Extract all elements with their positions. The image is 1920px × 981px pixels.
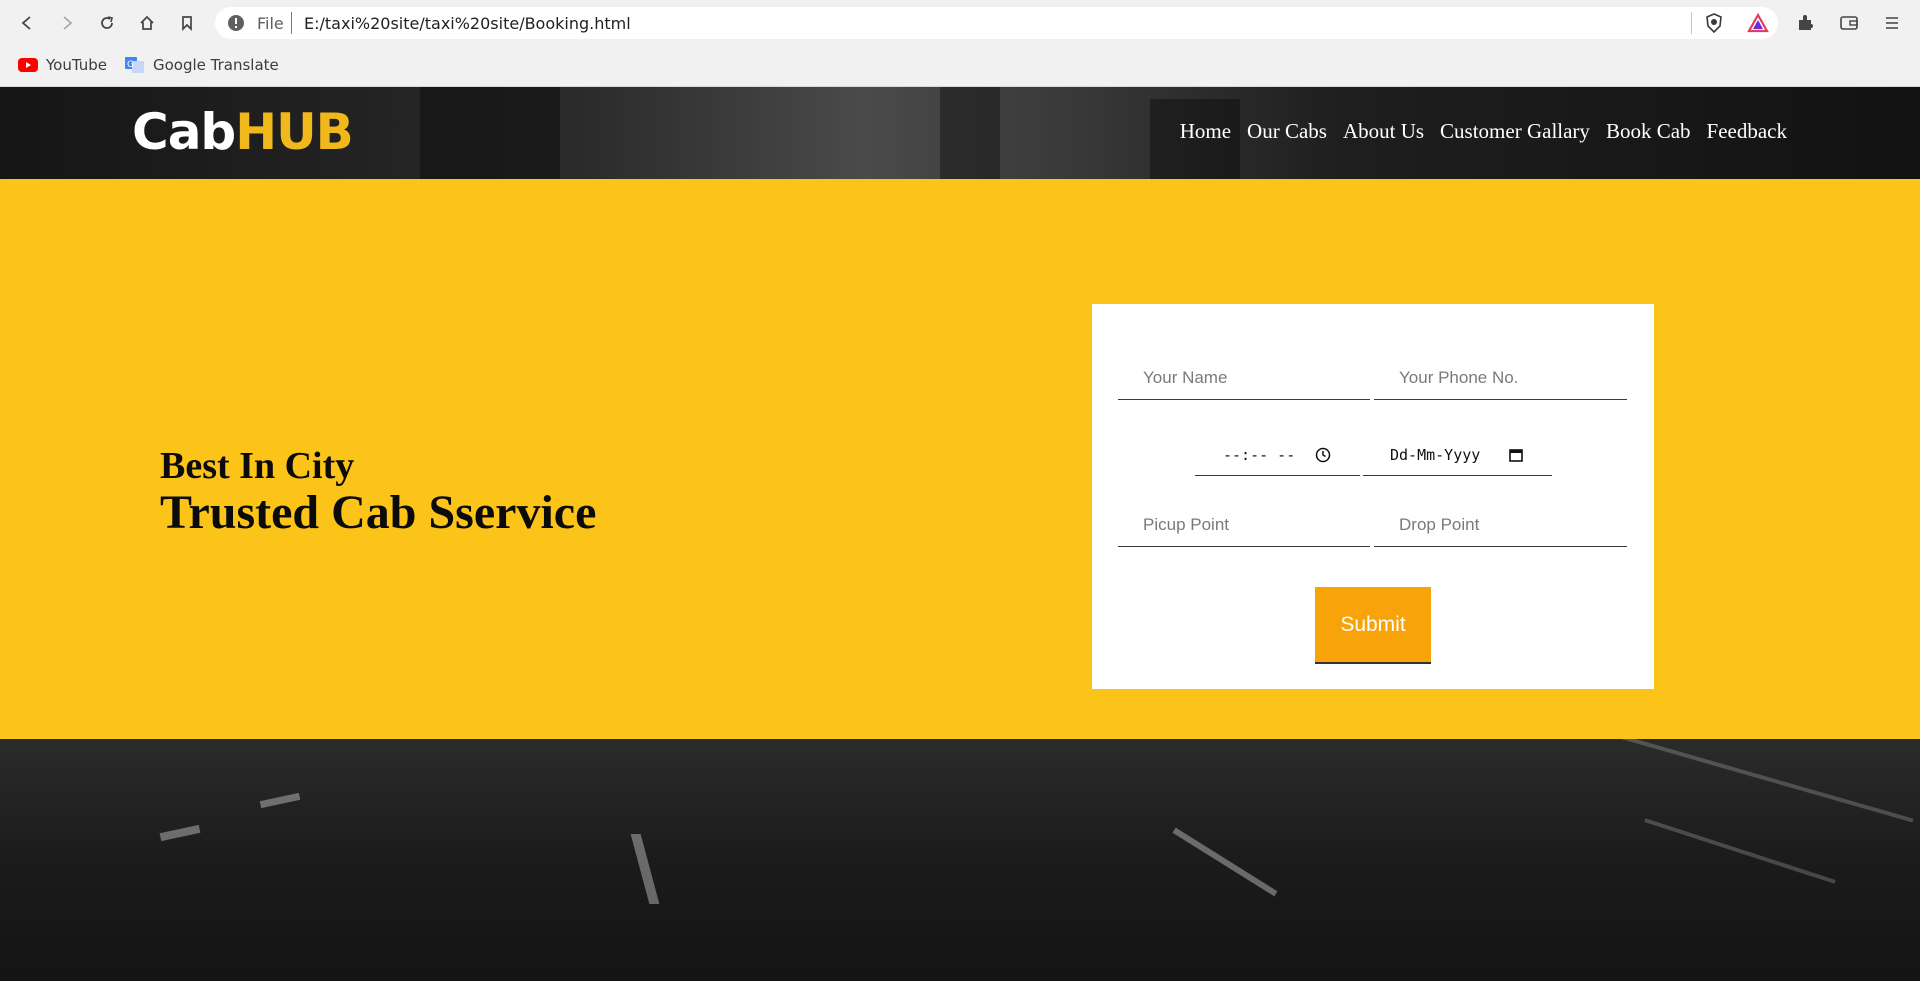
booking-form: Your Name Your Phone No. --:-- -- Dd-Mm-… [1092,304,1654,689]
nav-book-cab[interactable]: Book Cab [1606,119,1691,144]
svg-text:G: G [127,60,134,70]
site-header: CabHUB Home Our Cabs About Us Customer G… [0,87,1920,179]
road-marking [630,834,660,904]
name-field[interactable]: Your Name [1118,366,1370,400]
pickup-placeholder: Picup Point [1143,515,1229,534]
header-background [940,87,1000,179]
date-value: Dd-Mm-Yyyy [1390,446,1481,464]
phone-field[interactable]: Your Phone No. [1374,366,1627,400]
road-marking [1644,818,1836,884]
extensions-icon[interactable] [1795,12,1817,34]
home-icon[interactable] [134,10,160,36]
bookmark-google-translate[interactable]: G Google Translate [125,56,279,74]
nav-home[interactable]: Home [1180,119,1231,144]
browser-toolbar: File E:/taxi%20site/taxi%20site/Booking.… [0,0,1920,47]
nav-customer-gallary[interactable]: Customer Gallary [1440,119,1590,144]
tagline-small: Best In City [160,445,355,487]
name-placeholder: Your Name [1143,368,1228,387]
phone-placeholder: Your Phone No. [1399,368,1519,387]
file-label: File [257,14,284,33]
bookmark-label: YouTube [46,56,107,74]
drop-placeholder: Drop Point [1399,515,1480,534]
clock-icon[interactable] [1315,447,1331,463]
nav-feedback[interactable]: Feedback [1707,119,1787,144]
main-nav: Home Our Cabs About Us Customer Gallary … [1164,119,1787,144]
bookmarks-bar: YouTube G Google Translate [0,47,1920,87]
nav-our-cabs[interactable]: Our Cabs [1247,119,1327,144]
url-divider [1691,12,1692,34]
url-separator [291,12,292,34]
road-background [0,739,1920,981]
pickup-field[interactable]: Picup Point [1118,513,1370,547]
header-background [420,87,560,179]
forward-icon[interactable] [54,10,80,36]
reload-icon[interactable] [94,10,120,36]
youtube-icon [18,57,38,73]
url-text[interactable]: E:/taxi%20site/taxi%20site/Booking.html [304,14,631,33]
google-translate-icon: G [125,57,145,73]
time-field[interactable]: --:-- -- [1195,442,1360,476]
bookmark-icon[interactable] [174,10,200,36]
logo-cab: Cab [132,103,236,161]
nav-about-us[interactable]: About Us [1343,119,1424,144]
logo-hub: HUB [235,103,354,161]
road-marking [259,792,301,809]
calendar-icon[interactable] [1508,447,1524,463]
bookmark-youtube[interactable]: YouTube [18,56,107,74]
site-logo[interactable]: CabHUB [132,103,354,161]
bookmark-label: Google Translate [153,56,279,74]
wallet-icon[interactable] [1838,12,1860,34]
submit-button[interactable]: Submit [1315,587,1431,664]
booking-hero: Best In City Trusted Cab Sservice Your N… [0,179,1920,739]
date-field[interactable]: Dd-Mm-Yyyy [1363,442,1552,476]
tagline-large: Trusted Cab Sservice [160,486,597,539]
drop-field[interactable]: Drop Point [1374,513,1627,547]
brave-rewards-icon[interactable] [1747,12,1769,34]
road-marking [1172,827,1278,897]
time-value: --:-- -- [1223,446,1296,464]
back-icon[interactable] [14,10,40,36]
info-icon[interactable] [227,14,245,32]
brave-shield-icon[interactable] [1703,12,1725,34]
road-marking [159,824,201,842]
road-marking [1566,739,1914,823]
menu-icon[interactable] [1881,12,1903,34]
